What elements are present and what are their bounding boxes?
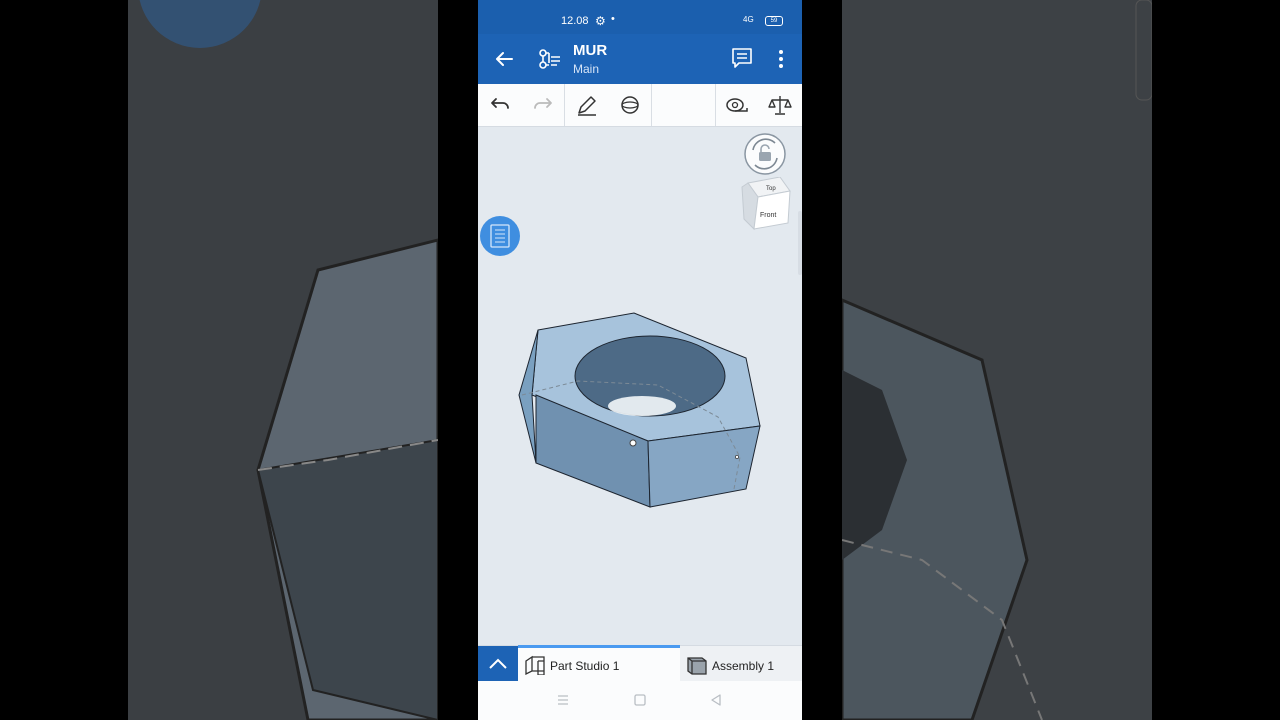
- back-triangle-icon[interactable]: [709, 693, 723, 707]
- tab-bar: Part Studio 1 Assembly 1: [478, 645, 802, 682]
- comment-icon[interactable]: [731, 47, 753, 69]
- menu-icon[interactable]: [556, 693, 570, 707]
- view-lock-icon[interactable]: [744, 133, 786, 175]
- android-nav-bar: [478, 681, 802, 720]
- redo-icon[interactable]: [531, 93, 555, 117]
- phone-screen: 12.08 ⚙ • 4G 59 MUR Main Top Front Part …: [478, 0, 802, 720]
- graphics-viewport[interactable]: Top Front: [478, 127, 802, 645]
- view-cube[interactable]: Top Front: [740, 177, 794, 233]
- toolbar-divider: [564, 84, 565, 126]
- assembly-icon: [687, 657, 707, 675]
- background-model-left: [139, 0, 438, 720]
- background-right: [842, 0, 1152, 720]
- part-studio-icon: [525, 655, 545, 675]
- battery-indicator: 59: [765, 16, 783, 26]
- toolbar-divider: [651, 84, 652, 126]
- background-model-right: [842, 0, 1152, 720]
- tab-assembly[interactable]: Assembly 1: [680, 646, 802, 682]
- more-vert-icon[interactable]: [774, 48, 788, 70]
- toolbar-divider: [715, 84, 716, 126]
- tape-measure-icon[interactable]: [725, 93, 749, 117]
- view-cube-front-label[interactable]: Front: [760, 212, 776, 219]
- tab-expand-button[interactable]: [478, 646, 518, 682]
- feature-tree-icon[interactable]: [536, 46, 562, 72]
- undo-icon[interactable]: [488, 93, 512, 117]
- notification-dot-icon: •: [611, 13, 615, 25]
- tab-part-studio[interactable]: Part Studio 1: [518, 646, 702, 682]
- pencil-icon[interactable]: [575, 93, 599, 117]
- scale-icon[interactable]: [768, 93, 792, 117]
- tab-label: Part Studio 1: [550, 659, 620, 673]
- feature-list-icon: [490, 224, 510, 248]
- sphere-icon[interactable]: [618, 93, 642, 117]
- settings-gear-icon: ⚙: [595, 14, 606, 28]
- toolbar: [478, 84, 802, 127]
- chevron-up-icon: [489, 658, 507, 669]
- arrow-left-icon[interactable]: [492, 47, 516, 71]
- status-bar: 12.08 ⚙ • 4G 59: [478, 0, 802, 34]
- signal-indicator: 4G: [743, 15, 754, 24]
- background-left: [128, 0, 438, 720]
- app-bar: MUR Main: [478, 34, 802, 84]
- status-time: 12.08: [561, 15, 589, 27]
- document-title: MUR: [573, 42, 608, 59]
- view-cube-top-label[interactable]: Top: [766, 186, 776, 192]
- feature-list-button[interactable]: [480, 216, 520, 256]
- side-drawer-handle[interactable]: [798, 211, 802, 275]
- workspace-name: Main: [573, 62, 600, 76]
- home-square-icon[interactable]: [633, 693, 647, 707]
- tab-label: Assembly 1: [712, 659, 775, 673]
